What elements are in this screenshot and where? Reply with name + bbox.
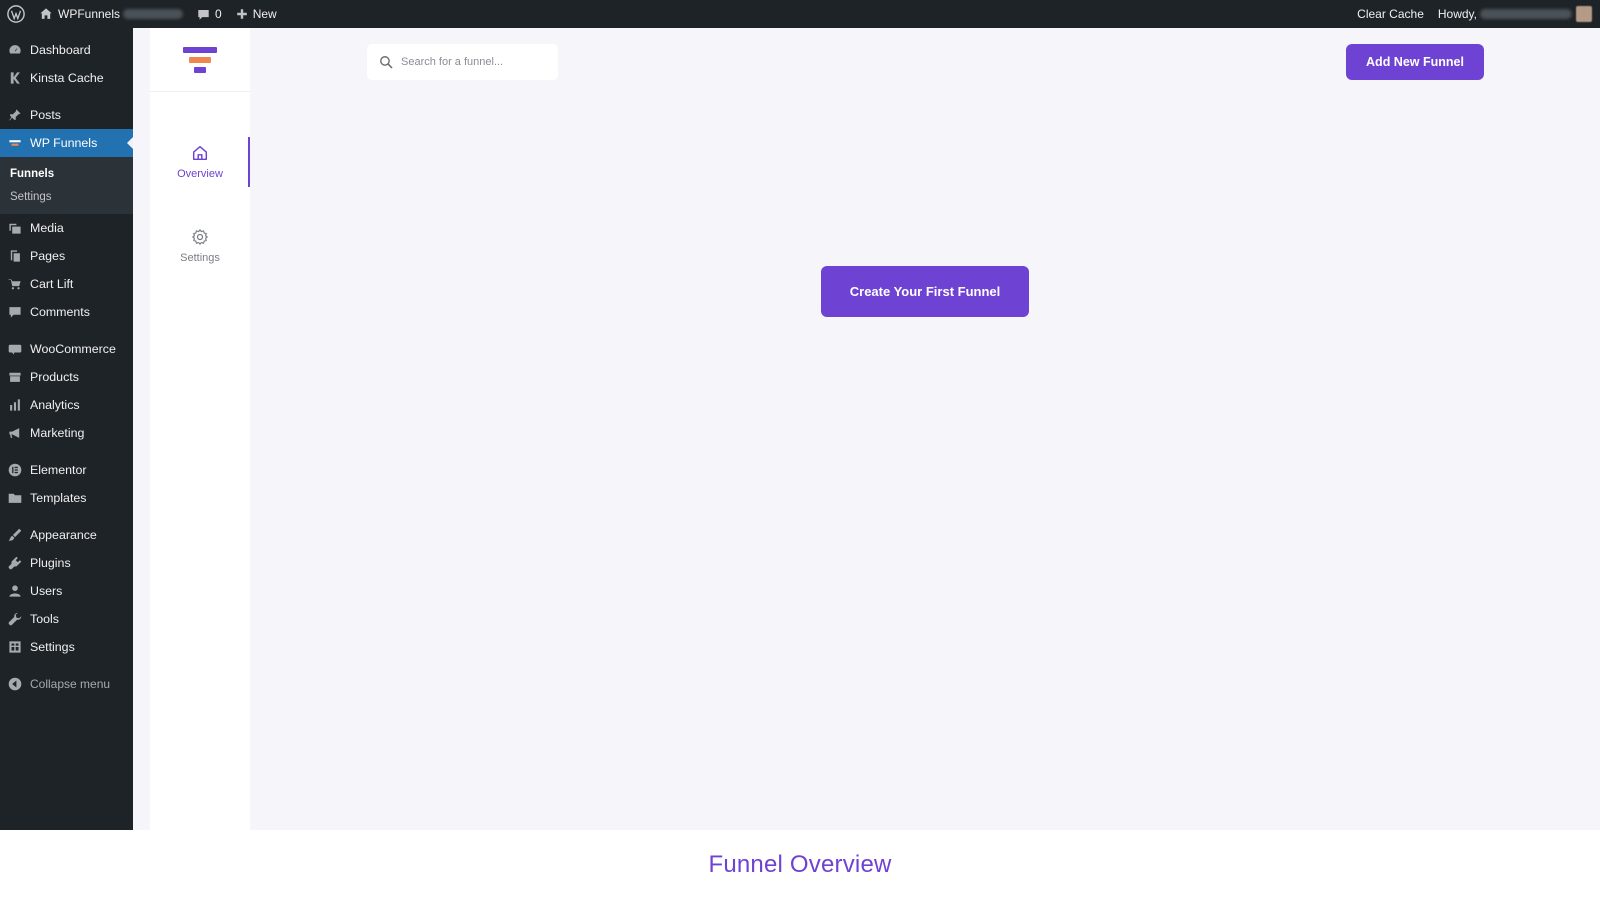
menu-item-posts[interactable]: Posts bbox=[0, 101, 133, 129]
megaphone-icon bbox=[8, 426, 22, 440]
site-name: WPFunnels bbox=[58, 7, 121, 21]
cart-lift-icon bbox=[8, 277, 22, 291]
blurred-username bbox=[1480, 9, 1572, 19]
comment-icon bbox=[8, 305, 22, 319]
menu-item-products[interactable]: Products bbox=[0, 363, 133, 391]
analytics-icon bbox=[8, 398, 22, 412]
collapse-menu-button[interactable]: Collapse menu bbox=[0, 670, 133, 698]
menu-item-elementor[interactable]: Elementor bbox=[0, 456, 133, 484]
woocommerce-icon bbox=[8, 342, 22, 356]
dashboard-icon bbox=[8, 43, 22, 57]
plus-icon bbox=[236, 9, 247, 19]
collapse-arrow-icon bbox=[8, 677, 22, 691]
pages-icon bbox=[8, 249, 22, 263]
menu-item-marketing[interactable]: Marketing bbox=[0, 419, 133, 447]
menu-item-appearance[interactable]: Appearance bbox=[0, 521, 133, 549]
admin-menu: Dashboard Kinsta Cache Posts WP Funnels … bbox=[0, 28, 133, 830]
menu-item-plugins[interactable]: Plugins bbox=[0, 549, 133, 577]
menu-item-tools[interactable]: Tools bbox=[0, 605, 133, 633]
caption-bar: Funnel Overview bbox=[0, 830, 1600, 900]
brush-icon bbox=[8, 528, 22, 542]
plugin-content-area bbox=[133, 28, 1600, 830]
menu-item-media[interactable]: Media bbox=[0, 214, 133, 242]
gear-icon bbox=[192, 229, 208, 245]
avatar bbox=[1576, 6, 1592, 22]
comments-count: 0 bbox=[215, 7, 222, 21]
search-icon bbox=[380, 56, 393, 69]
wp-funnels-submenu: Funnels Settings bbox=[0, 157, 133, 214]
clear-cache-label: Clear Cache bbox=[1357, 7, 1424, 21]
site-name-link[interactable]: WPFunnels bbox=[32, 0, 190, 28]
wpfunnels-logo-icon bbox=[183, 46, 217, 73]
menu-item-settings[interactable]: Settings bbox=[0, 633, 133, 661]
home-outline-icon bbox=[192, 145, 208, 161]
menu-item-templates[interactable]: Templates bbox=[0, 484, 133, 512]
new-content-link[interactable]: New bbox=[229, 0, 284, 28]
menu-item-pages[interactable]: Pages bbox=[0, 242, 133, 270]
search-input[interactable] bbox=[401, 56, 541, 68]
settings-label: Settings bbox=[180, 252, 220, 264]
menu-item-users[interactable]: Users bbox=[0, 577, 133, 605]
create-first-funnel-button[interactable]: Create Your First Funnel bbox=[821, 266, 1029, 317]
caption-title: Funnel Overview bbox=[708, 851, 892, 878]
submenu-item-settings[interactable]: Settings bbox=[0, 185, 133, 208]
plug-icon bbox=[8, 556, 22, 570]
plugin-sidebar: Overview Settings bbox=[150, 28, 250, 830]
comments-link[interactable]: 0 bbox=[190, 0, 229, 28]
overview-label: Overview bbox=[177, 168, 223, 180]
menu-item-kinsta-cache[interactable]: Kinsta Cache bbox=[0, 64, 133, 92]
wordpress-logo-button[interactable] bbox=[0, 0, 32, 28]
blurred-site-suffix bbox=[123, 9, 184, 19]
plugin-nav-overview[interactable]: Overview bbox=[150, 137, 250, 187]
media-icon bbox=[8, 221, 22, 235]
menu-item-woocommerce[interactable]: WooCommerce bbox=[0, 335, 133, 363]
menu-item-dashboard[interactable]: Dashboard bbox=[0, 36, 133, 64]
new-label: New bbox=[252, 7, 277, 21]
wrench-icon bbox=[8, 612, 22, 626]
clear-cache-link[interactable]: Clear Cache bbox=[1350, 0, 1431, 28]
settings-icon bbox=[8, 640, 22, 654]
menu-item-comments[interactable]: Comments bbox=[0, 298, 133, 326]
comment-bubble-icon bbox=[198, 9, 209, 20]
howdy-label: Howdy, bbox=[1437, 7, 1477, 21]
products-icon bbox=[8, 370, 22, 384]
menu-item-analytics[interactable]: Analytics bbox=[0, 391, 133, 419]
plugin-nav-settings[interactable]: Settings bbox=[150, 221, 250, 271]
home-icon bbox=[40, 8, 52, 19]
wpfunnels-logo bbox=[150, 28, 250, 92]
wpfunnels-icon bbox=[8, 136, 22, 150]
elementor-icon bbox=[8, 463, 22, 477]
submenu-item-funnels[interactable]: Funnels bbox=[0, 162, 133, 185]
wordpress-icon bbox=[7, 5, 25, 23]
menu-item-wp-funnels[interactable]: WP Funnels bbox=[0, 129, 133, 157]
folder-icon bbox=[8, 491, 22, 505]
admin-bar: WPFunnels 0 New Clear Cache Howdy, bbox=[0, 0, 1600, 28]
funnel-search-box[interactable] bbox=[367, 44, 558, 80]
account-menu[interactable]: Howdy, bbox=[1431, 0, 1600, 28]
add-new-funnel-button[interactable]: Add New Funnel bbox=[1346, 44, 1484, 80]
pin-icon bbox=[8, 108, 22, 122]
kinsta-icon bbox=[8, 71, 22, 85]
menu-item-cart-lift[interactable]: Cart Lift bbox=[0, 270, 133, 298]
user-icon bbox=[8, 584, 22, 598]
